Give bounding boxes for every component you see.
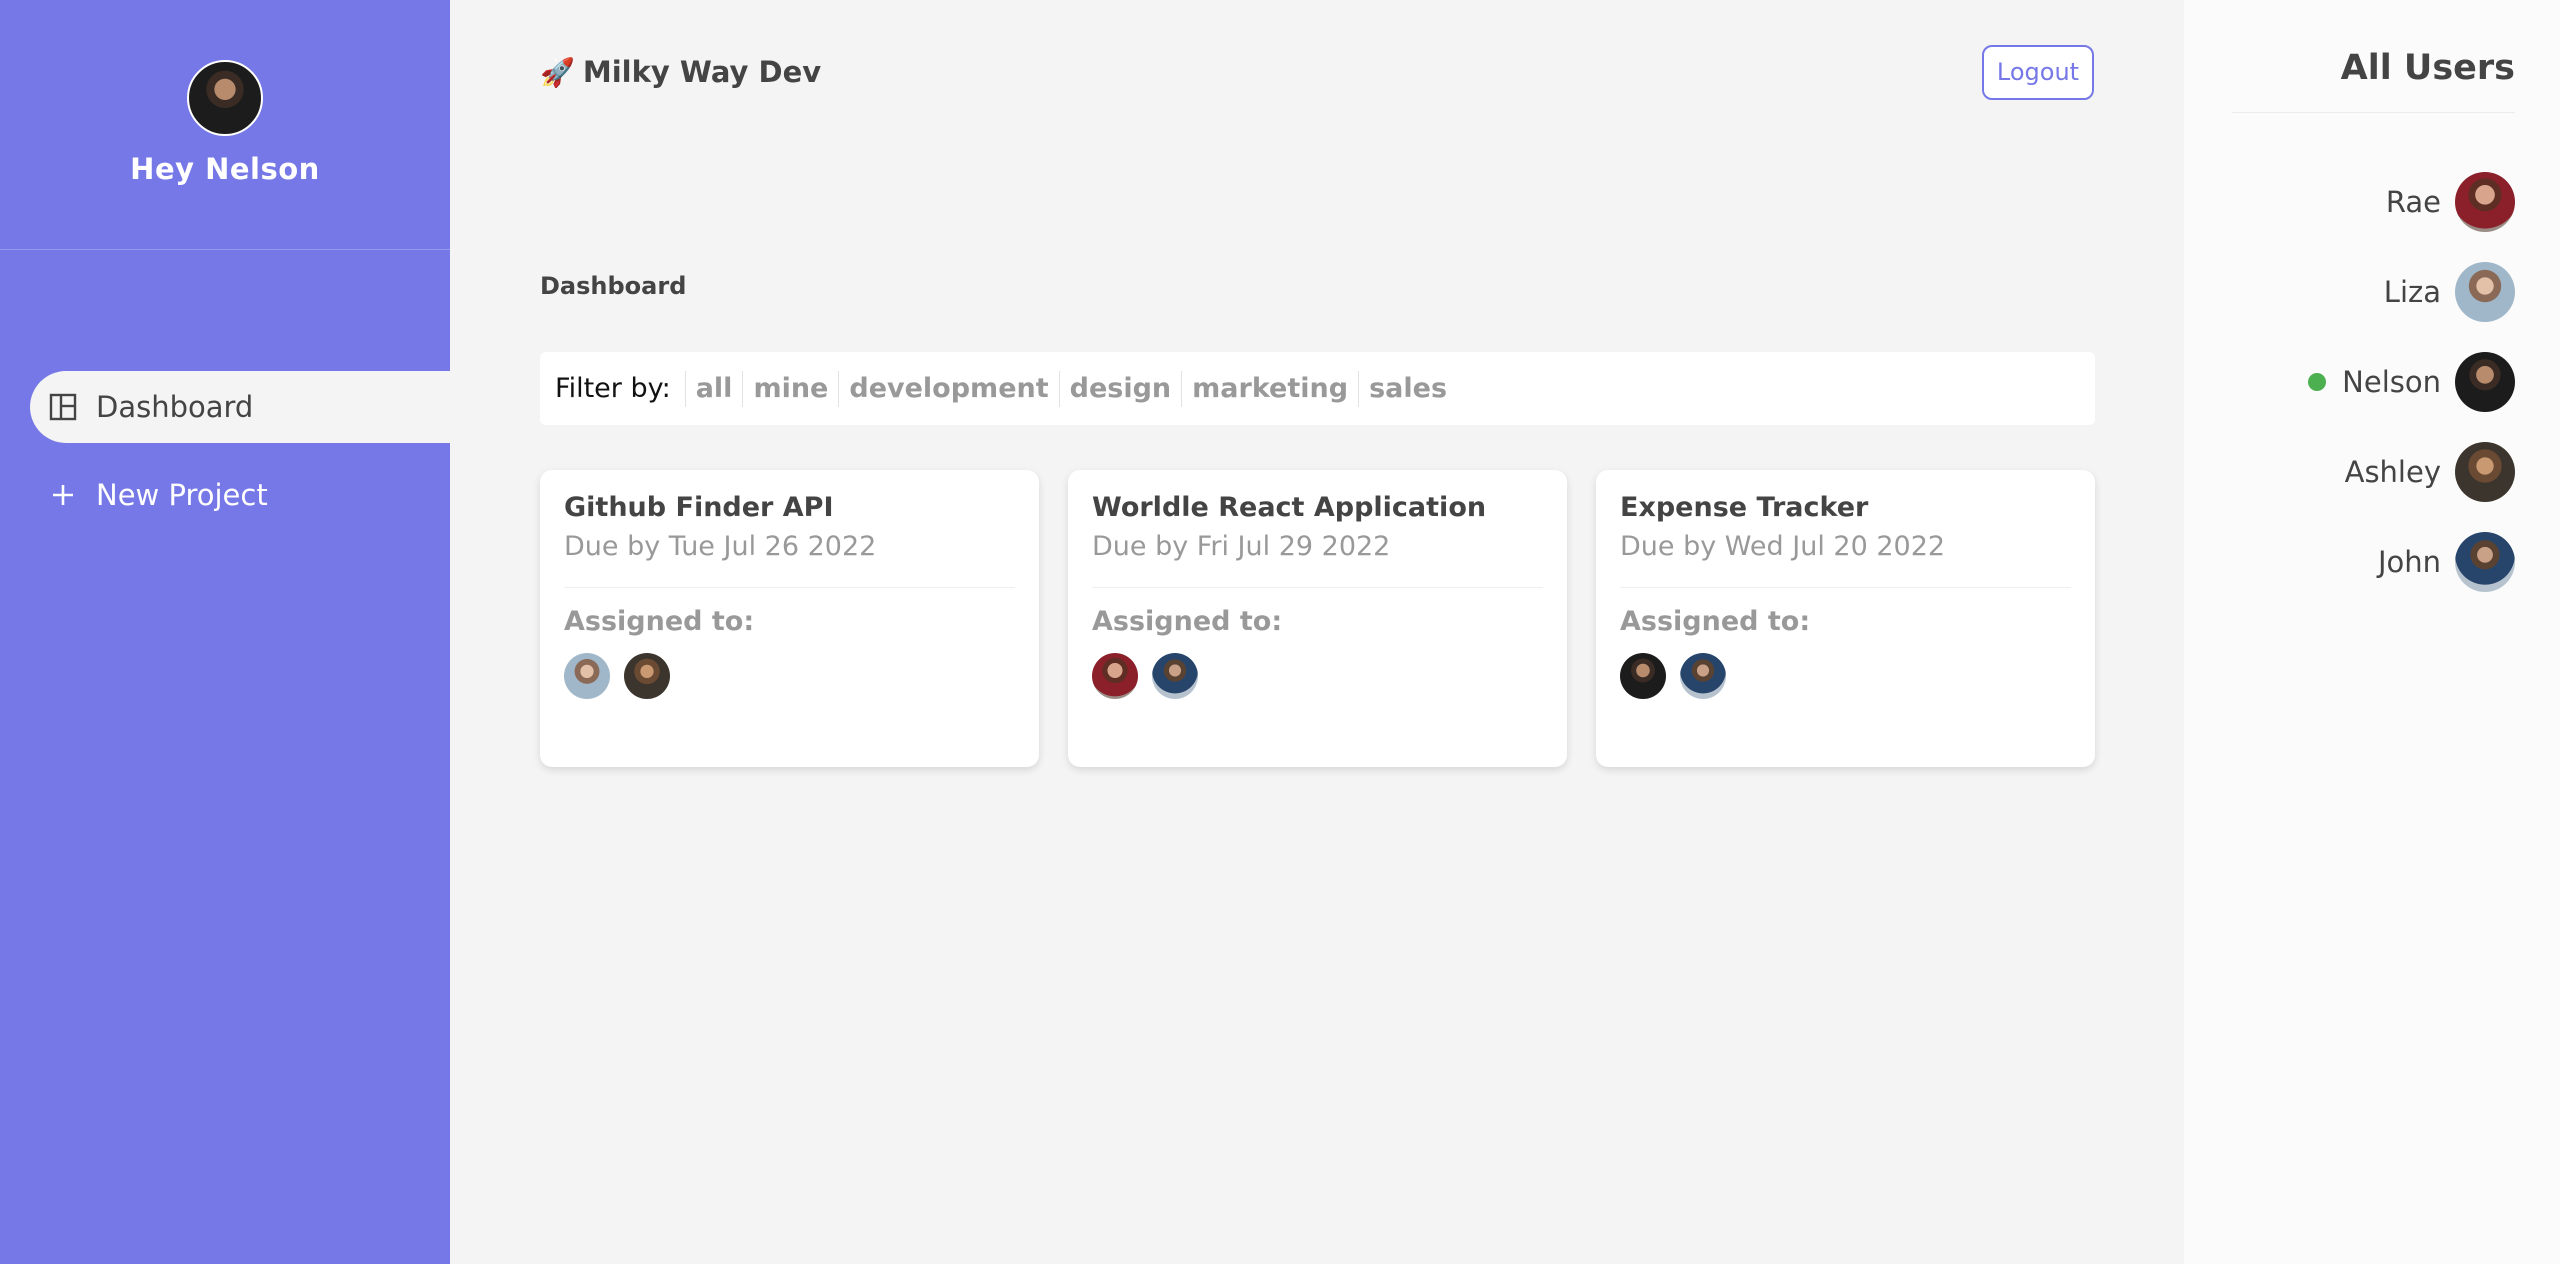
filter-label: Filter by:: [555, 373, 671, 404]
avatar: [2455, 532, 2515, 592]
sidebar-item-label: Dashboard: [96, 390, 254, 424]
main-content: 🚀 Milky Way Dev Logout Dashboard Filter …: [450, 0, 2184, 1264]
filter-option-sales[interactable]: sales: [1358, 370, 1457, 407]
project-list: Github Finder API Due by Tue Jul 26 2022…: [540, 470, 2095, 767]
users-panel: All Users Rae Liza Nelson Ashley John: [2184, 0, 2560, 1264]
brand: 🚀 Milky Way Dev: [540, 55, 821, 89]
filter-option-design[interactable]: design: [1058, 370, 1182, 407]
assigned-label: Assigned to:: [564, 606, 755, 637]
rocket-icon: 🚀: [540, 55, 575, 89]
filter-option-marketing[interactable]: marketing: [1181, 370, 1358, 407]
user-name: John: [2377, 545, 2441, 579]
filter-option-all[interactable]: all: [684, 370, 743, 407]
brand-name: Milky Way Dev: [582, 55, 822, 89]
filter-option-mine[interactable]: mine: [742, 370, 838, 407]
app-root: Hey Nelson Dashboard New Project 🚀 Milky…: [0, 0, 2560, 1264]
sidebar-nav: Dashboard New Project: [0, 371, 450, 531]
divider: [1092, 587, 1543, 588]
filter-option-development[interactable]: development: [838, 370, 1058, 407]
user-list-item: Rae: [2308, 172, 2515, 232]
project-due-date: Due by Tue Jul 26 2022: [564, 531, 877, 562]
project-due-date: Due by Fri Jul 29 2022: [1092, 531, 1391, 562]
project-title: Expense Tracker: [1620, 492, 1869, 523]
project-card[interactable]: Worldle React Application Due by Fri Jul…: [1068, 470, 1567, 767]
user-list-item: Liza: [2308, 262, 2515, 322]
avatar: [564, 653, 610, 699]
page-title: Dashboard: [540, 272, 687, 300]
sidebar-item-new-project[interactable]: New Project: [30, 459, 450, 531]
user-name: Nelson: [2342, 365, 2441, 399]
avatar: [2455, 172, 2515, 232]
avatar: [2455, 442, 2515, 502]
avatar: [1152, 653, 1198, 699]
divider: [1620, 587, 2071, 588]
project-card[interactable]: Expense Tracker Due by Wed Jul 20 2022 A…: [1596, 470, 2095, 767]
user-name: Ashley: [2344, 455, 2441, 489]
avatar: [1620, 653, 1666, 699]
online-status-icon: [2308, 373, 2327, 391]
project-title: Worldle React Application: [1092, 492, 1487, 523]
sidebar-item-label: New Project: [96, 478, 268, 512]
plus-icon: [48, 480, 78, 510]
project-title: Github Finder API: [564, 492, 834, 523]
avatar: [2455, 352, 2515, 412]
user-list-item: Nelson: [2308, 352, 2515, 412]
project-filter: Filter by: all mine development design m…: [540, 352, 2095, 425]
dashboard-icon: [48, 392, 78, 422]
user-name: Rae: [2385, 185, 2441, 219]
user-list-item: John: [2308, 532, 2515, 592]
users-panel-title: All Users: [2340, 48, 2515, 88]
sidebar-user-section: Hey Nelson: [0, 0, 450, 250]
topbar: 🚀 Milky Way Dev Logout: [540, 44, 2094, 100]
sidebar: Hey Nelson Dashboard New Project: [0, 0, 450, 1264]
avatar: [624, 653, 670, 699]
project-due-date: Due by Wed Jul 20 2022: [1620, 531, 1946, 562]
assignee-list: [564, 653, 1015, 699]
assigned-label: Assigned to:: [1620, 606, 1811, 637]
divider: [2232, 112, 2515, 113]
assignee-list: [1092, 653, 1543, 699]
divider: [564, 587, 1015, 588]
assigned-label: Assigned to:: [1092, 606, 1283, 637]
user-name: Liza: [2383, 275, 2441, 309]
greeting: Hey Nelson: [130, 152, 320, 186]
project-card[interactable]: Github Finder API Due by Tue Jul 26 2022…: [540, 470, 1039, 767]
avatar: [1092, 653, 1138, 699]
assignee-list: [1620, 653, 2071, 699]
user-list-item: Ashley: [2308, 442, 2515, 502]
logout-button[interactable]: Logout: [1982, 44, 2094, 100]
avatar: [1680, 653, 1726, 699]
avatar: [187, 60, 263, 136]
avatar: [2455, 262, 2515, 322]
user-list: Rae Liza Nelson Ashley John: [2308, 172, 2515, 622]
sidebar-item-dashboard[interactable]: Dashboard: [30, 371, 450, 443]
